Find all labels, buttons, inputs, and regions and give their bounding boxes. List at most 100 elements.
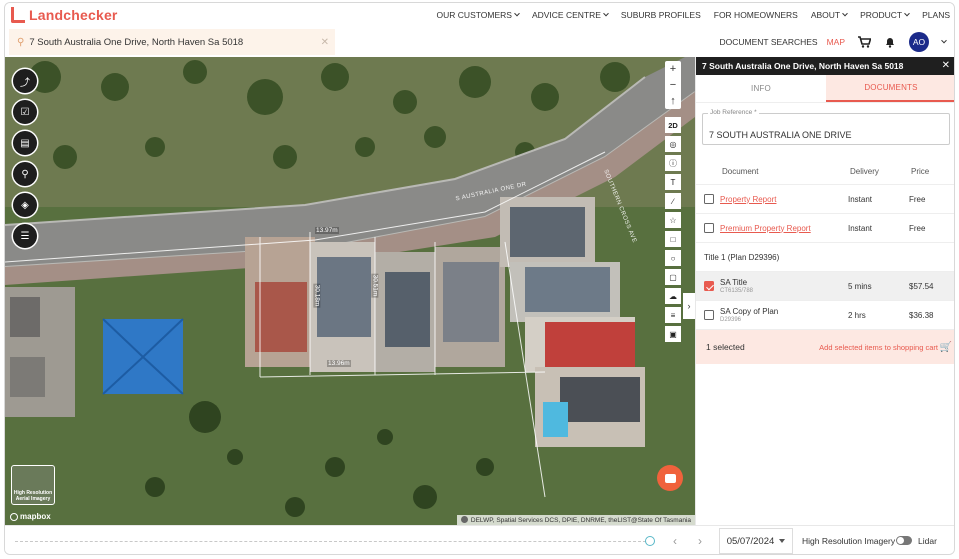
logo-text: Landchecker <box>29 7 118 23</box>
chevron-left-icon[interactable]: ‹ <box>673 534 677 548</box>
chevron-down-icon[interactable] <box>941 37 947 44</box>
property-report-link[interactable]: Property Report <box>720 195 776 204</box>
job-reference-label: Job Reference * <box>708 109 759 116</box>
info-icon[interactable]: ⓘ <box>665 155 681 171</box>
zoom-controls: + − ↑ <box>665 61 681 109</box>
sa-title-name: SA Title <box>720 278 748 287</box>
table-row: SA Copy of Plan D29396 2 hrs $36.38 <box>696 301 954 330</box>
nav-for-homeowners[interactable]: FOR HOMEOWNERS <box>714 10 798 20</box>
timeline-track[interactable] <box>15 541 651 542</box>
measure-icon[interactable]: ⤴ <box>13 69 37 93</box>
lot-dimension: 13.96m <box>327 360 351 367</box>
checklist-icon[interactable]: ☑ <box>13 100 37 124</box>
checkbox[interactable] <box>704 194 714 204</box>
caret-down-icon <box>779 539 786 543</box>
lot-dimension: 13.97m <box>315 227 339 234</box>
nav-plans[interactable]: PLANS <box>922 10 950 20</box>
cart-add-icon[interactable]: 🛒 <box>940 342 952 353</box>
lot-dimension: 30.51m <box>371 273 379 298</box>
info-icon[interactable] <box>460 516 468 523</box>
document-searches-link[interactable]: DOCUMENT SEARCHES <box>720 37 818 47</box>
chevron-right-icon[interactable]: › <box>698 534 702 548</box>
sliders-icon[interactable]: ≡ <box>665 307 681 323</box>
text-tool-icon[interactable]: T <box>665 174 681 190</box>
zoom-out-button[interactable]: − <box>670 77 676 93</box>
add-to-cart-link[interactable]: Add selected items to shopping cart <box>819 343 938 352</box>
clipboard-icon[interactable]: ▤ <box>13 131 37 155</box>
search-icon: ⚲ <box>17 36 25 48</box>
draw-tools: 2D ◎ ⓘ T ∕ ☆ □ ○ ▢ ☁ ≡ ▣ <box>665 117 681 345</box>
chevron-down-icon <box>603 10 609 17</box>
locate-icon[interactable]: ◎ <box>665 136 681 152</box>
map-link[interactable]: MAP <box>827 37 845 47</box>
panel-tabs: INFO DOCUMENTS <box>696 75 954 103</box>
checkbox[interactable] <box>704 310 714 320</box>
mapbox-icon <box>10 512 18 521</box>
list-icon[interactable]: ☰ <box>13 224 37 248</box>
chat-button[interactable] <box>657 465 683 491</box>
imagery-timeline: ‹ › 05/07/2024 High Resolution Imagery L… <box>5 525 954 554</box>
collapse-panel-button[interactable]: › <box>683 293 695 319</box>
mapbox-logo: mapbox <box>10 512 51 521</box>
view-2d-button[interactable]: 2D <box>665 117 681 133</box>
zoom-in-button[interactable]: + <box>670 61 676 77</box>
cloud-download-icon[interactable]: ☁ <box>665 288 681 304</box>
premium-property-report-link[interactable]: Premium Property Report <box>720 224 811 233</box>
circle-tool-icon[interactable]: ○ <box>665 250 681 266</box>
star-tool-icon[interactable]: ☆ <box>665 212 681 228</box>
nav-our-customers[interactable]: OUR CUSTOMERS <box>437 10 520 20</box>
table-row: Property Report Instant Free <box>696 185 954 214</box>
location-search-icon[interactable]: ⚲ <box>13 162 37 186</box>
lot-dimension: 30.18m <box>313 283 321 308</box>
aerial-map[interactable]: S AUSTRALIA ONE DR SOUTHERN CROSS AVE 13… <box>5 57 695 525</box>
image-add-icon[interactable]: ▣ <box>665 326 681 342</box>
table-row: SA Title CT6135/788 5 mins $57.54 <box>696 272 954 301</box>
layers-icon[interactable]: ◈ <box>13 193 37 217</box>
hires-imagery-toggle[interactable]: High Resolution Aerial Imagery <box>11 465 55 505</box>
nav-product[interactable]: PRODUCT <box>860 10 910 20</box>
close-icon[interactable]: ✕ <box>942 60 950 71</box>
bell-icon[interactable] <box>883 35 897 49</box>
tab-documents[interactable]: DOCUMENTS <box>826 75 954 102</box>
tab-info[interactable]: INFO <box>696 75 826 102</box>
chevron-down-icon <box>514 10 520 17</box>
map-attribution: DELWP, Spatial Services DCS, DPIE, DNRME… <box>456 515 695 525</box>
sa-title-ref: CT6135/788 <box>720 288 754 294</box>
lidar-label: Lidar <box>918 536 937 546</box>
checkbox[interactable] <box>704 281 714 291</box>
chat-icon <box>664 473 676 483</box>
polygon-tool-icon[interactable]: □ <box>665 231 681 247</box>
logo-mark-icon <box>11 7 25 23</box>
nav-links: OUR CUSTOMERS ADVICE CENTRE SUBURB PROFI… <box>424 3 950 27</box>
property-panel: 7 South Australia One Drive, North Haven… <box>695 57 954 525</box>
lidar-toggle[interactable] <box>896 536 912 545</box>
chevron-down-icon <box>842 10 848 17</box>
search-input[interactable] <box>29 36 300 48</box>
documents-table: Document Delivery Price Property Report … <box>696 159 954 330</box>
nav-suburb-profiles[interactable]: SUBURB PROFILES <box>621 10 701 20</box>
nav-advice-centre[interactable]: ADVICE CENTRE <box>532 10 609 20</box>
clear-search-icon[interactable]: ✕ <box>321 37 329 48</box>
job-reference-value: 7 SOUTH AUSTRALIA ONE DRIVE <box>709 130 852 140</box>
chevron-right-icon: › <box>687 301 691 311</box>
table-header: Document Delivery Price <box>696 159 954 185</box>
line-tool-icon[interactable]: ∕ <box>665 193 681 209</box>
avatar[interactable]: AO <box>909 32 929 52</box>
hires-thumb-label: High Resolution Aerial Imagery <box>13 490 53 502</box>
nav-about[interactable]: ABOUT <box>811 10 848 20</box>
compass-button[interactable]: ↑ <box>670 93 676 109</box>
checkbox[interactable] <box>704 223 714 233</box>
cart-icon[interactable] <box>857 35 871 49</box>
logo[interactable]: Landchecker <box>11 7 118 23</box>
app-frame: Landchecker OUR CUSTOMERS ADVICE CENTRE … <box>4 2 955 555</box>
table-row: Premium Property Report Instant Free <box>696 214 954 243</box>
sa-copy-of-plan-ref: D29396 <box>720 317 742 323</box>
panel-title: 7 South Australia One Drive, North Haven… <box>702 61 904 71</box>
panel-header: 7 South Australia One Drive, North Haven… <box>696 57 954 75</box>
trash-icon[interactable]: ▢ <box>665 269 681 285</box>
date-select[interactable]: 05/07/2024 <box>719 528 793 554</box>
sub-bar: ⚲ ✕ DOCUMENT SEARCHES MAP AO <box>5 27 954 57</box>
job-reference-field[interactable]: Job Reference * 7 SOUTH AUSTRALIA ONE DR… <box>702 109 950 145</box>
chevron-down-icon <box>904 10 910 17</box>
timeline-handle[interactable] <box>645 536 655 546</box>
